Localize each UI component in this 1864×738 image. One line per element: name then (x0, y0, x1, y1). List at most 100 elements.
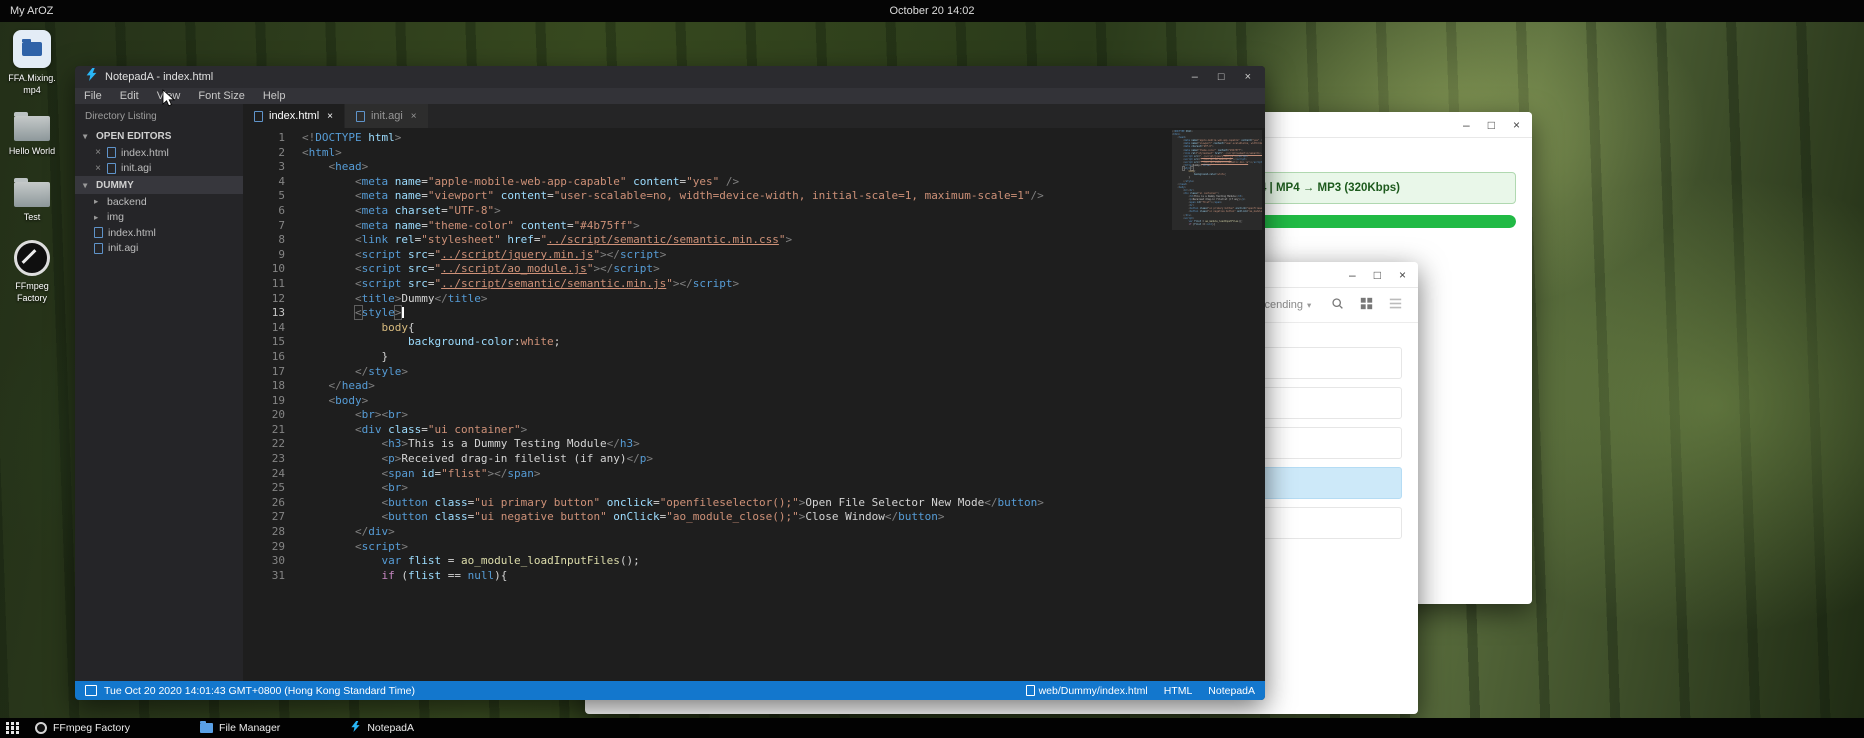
maximize-button[interactable]: □ (1374, 268, 1381, 282)
taskbar-items: FFmpeg Factory File Manager NotepadA (35, 721, 484, 735)
minimap-viewport[interactable] (1172, 130, 1262, 230)
code-line-row[interactable]: 6 <meta charset="UTF-8"> (243, 204, 1265, 219)
tab-init-agi[interactable]: init.agi× (344, 104, 428, 128)
code-token: < (355, 248, 362, 261)
code-line-row[interactable]: 31 if (flist == null){ (243, 569, 1265, 584)
minimize-button[interactable]: – (1192, 71, 1198, 83)
code-line-row[interactable]: 10 <script src="../script/ao_module.js">… (243, 262, 1265, 277)
sidebar-item-img[interactable]: ▸img (75, 210, 243, 226)
text-cursor (402, 307, 404, 318)
code-line-row[interactable]: 11 <script src="../script/semantic/seman… (243, 277, 1265, 292)
code-token: var (381, 554, 401, 567)
code-line-row[interactable]: 2<html> (243, 146, 1265, 161)
code-line-row[interactable]: 26 <button class="ui primary button" onc… (243, 496, 1265, 511)
code-line-row[interactable]: 21 <div class="ui container"> (243, 423, 1265, 438)
maximize-button[interactable]: □ (1488, 118, 1495, 132)
code-line-row[interactable]: 4 <meta name="apple-mobile-web-app-capab… (243, 175, 1265, 190)
sidebar-item-index-html[interactable]: index.html (75, 225, 243, 241)
menu-file[interactable]: File (75, 88, 111, 104)
menu-bar: FileEditViewFont SizeHelp (75, 88, 1265, 104)
minimize-button[interactable]: – (1463, 118, 1470, 132)
code-line-row[interactable]: 13 <style> (243, 306, 1265, 321)
code-line-row[interactable]: 18 </head> (243, 379, 1265, 394)
line-number: 2 (243, 146, 302, 161)
sidebar-section-dummy[interactable]: ▾DUMMY (75, 176, 243, 194)
sidebar-item-index-html[interactable]: ×index.html (75, 145, 243, 161)
close-icon[interactable]: × (94, 163, 102, 174)
line-number: 12 (243, 292, 302, 307)
list-view-icon[interactable] (1389, 297, 1402, 313)
maximize-button[interactable]: □ (1218, 71, 1225, 83)
code-line-row[interactable]: 14 body{ (243, 321, 1265, 336)
desktop-icon-ffmpeg-factory[interactable]: FFmpeg Factory (6, 238, 58, 304)
sidebar-item-init-agi[interactable]: init.agi (75, 241, 243, 257)
code-token: script (620, 248, 660, 261)
close-button[interactable]: × (1513, 118, 1520, 132)
code-token: "viewport" (428, 189, 494, 202)
close-icon[interactable]: × (94, 147, 102, 158)
close-button[interactable]: × (1399, 268, 1406, 282)
code-token: > (388, 525, 395, 538)
code-line-row[interactable]: 8 <link rel="stylesheet" href="../script… (243, 233, 1265, 248)
minimize-button[interactable]: – (1349, 268, 1356, 282)
code-line-row[interactable]: 28 </div> (243, 525, 1265, 540)
close-icon[interactable]: × (327, 111, 333, 122)
code-line-row[interactable]: 5 <meta name="viewport" content="user-sc… (243, 189, 1265, 204)
taskbar-item-file-manager[interactable]: File Manager (200, 722, 280, 734)
notepada-titlebar[interactable]: NotepadA - index.html –□× (75, 66, 1265, 88)
code-area[interactable]: 1<!DOCTYPE html>2<html>3 <head>4 <meta n… (243, 128, 1265, 681)
desktop-icon-hello-world[interactable]: Hello World (6, 108, 58, 158)
code-line-row[interactable]: 23 <p>Received drag-in filelist (if any)… (243, 452, 1265, 467)
search-icon[interactable] (1331, 297, 1344, 313)
code-token: < (302, 146, 309, 159)
line-number: 25 (243, 481, 302, 496)
grid-view-icon[interactable] (1360, 297, 1373, 313)
code-token: ></ (487, 467, 507, 480)
sidebar-section-open-editors[interactable]: ▾OPEN EDITORS (75, 127, 243, 145)
sidebar-item-backend[interactable]: ▸backend (75, 194, 243, 210)
code-line-row[interactable]: 9 <script src="../script/jquery.min.js">… (243, 248, 1265, 263)
menu-font-size[interactable]: Font Size (189, 88, 253, 104)
code-line-row[interactable]: 24 <span id="flist"></span> (243, 467, 1265, 482)
menu-edit[interactable]: Edit (111, 88, 148, 104)
code-token (302, 335, 408, 348)
code-token: </ (434, 292, 447, 305)
minimap[interactable]: <!DOCTYPE html><html> <head> <meta name=… (1172, 130, 1262, 681)
desktop-icon-ffa-mixing-mp4[interactable]: FFA.Mixing.mp4 (6, 30, 58, 96)
desktop-icon-test[interactable]: Test (6, 174, 58, 224)
code-token: class (428, 510, 468, 523)
code-line-row[interactable]: 29 <script> (243, 540, 1265, 555)
ffmpeg-logo-icon (14, 240, 50, 276)
line-number: 20 (243, 408, 302, 423)
code-token: > (653, 262, 660, 275)
code-line-row[interactable]: 15 background-color:white; (243, 335, 1265, 350)
code-line-row[interactable]: 12 <title>Dummy</title> (243, 292, 1265, 307)
code-line-row[interactable]: 7 <meta name="theme-color" content="#4b7… (243, 219, 1265, 234)
taskbar-item-notepada[interactable]: NotepadA (350, 721, 414, 735)
sidebar-item-label: init.agi (121, 162, 151, 174)
code-token: br (362, 408, 375, 421)
close-button[interactable]: × (1245, 71, 1251, 83)
code-line-row[interactable]: 19 <body> (243, 394, 1265, 409)
code-line-row[interactable]: 22 <h3>This is a Dummy Testing Module</h… (243, 437, 1265, 452)
aroz-menu-button[interactable]: My ArOZ (10, 5, 53, 17)
tab-index-html[interactable]: index.html× (243, 104, 344, 128)
code-line-row[interactable]: 27 <button class="ui negative button" on… (243, 510, 1265, 525)
code-line-row[interactable]: 20 <br><br> (243, 408, 1265, 423)
start-menu-button[interactable] (6, 722, 19, 735)
taskbar-item-ffmpeg-factory[interactable]: FFmpeg Factory (35, 722, 130, 734)
code-line-row[interactable]: 30 var flist = ao_module_loadInputFiles(… (243, 554, 1265, 569)
code-token: < (355, 233, 362, 246)
code-token: ../script/ao_module.js (441, 262, 587, 275)
code-line-row[interactable]: 25 <br> (243, 481, 1265, 496)
code-line-row[interactable]: 3 <head> (243, 160, 1265, 175)
code-editor[interactable]: 1<!DOCTYPE html>2<html>3 <head>4 <meta n… (243, 131, 1265, 583)
code-line-row[interactable]: 17 </style> (243, 365, 1265, 380)
sidebar-item-init-agi[interactable]: × init.agi (75, 161, 243, 177)
menu-help[interactable]: Help (254, 88, 295, 104)
status-language[interactable]: HTML (1164, 685, 1193, 697)
code-line-text: body{ (302, 321, 415, 336)
code-line-row[interactable]: 16 } (243, 350, 1265, 365)
code-line-row[interactable]: 1<!DOCTYPE html> (243, 131, 1265, 146)
close-icon[interactable]: × (411, 111, 417, 122)
